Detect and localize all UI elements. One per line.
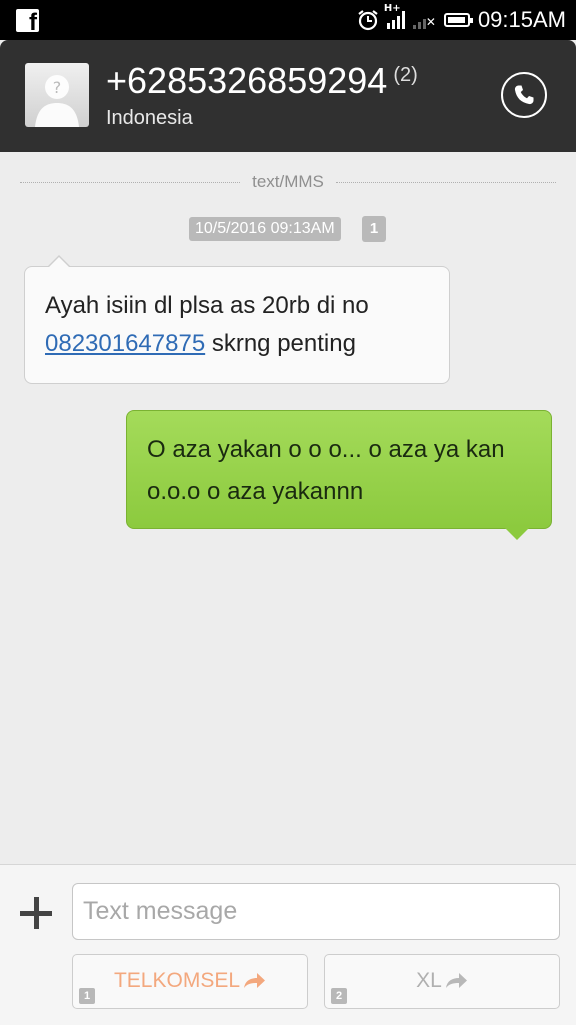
contact-country: Indonesia xyxy=(106,107,193,129)
sim-slot-badge: 1 xyxy=(362,216,386,242)
signal-no-service-icon: ✕ xyxy=(412,11,436,29)
send-button-sim2[interactable]: 2 XL xyxy=(324,954,560,1009)
incoming-message-bubble[interactable]: Ayah isiin dl plsa as 20rb di no 0823016… xyxy=(24,255,450,384)
phone-icon xyxy=(514,85,534,105)
default-avatar-icon[interactable]: ? xyxy=(25,63,89,127)
status-bar: f H+ ✕ 09:15AM xyxy=(0,0,576,40)
clock: 09:15AM xyxy=(477,7,566,32)
incoming-message-text-end: skrng penting xyxy=(205,330,356,357)
outgoing-message-bubble[interactable]: O aza yakan o o o... o aza ya kan o.o.o … xyxy=(126,410,552,540)
text-message-input[interactable] xyxy=(72,883,560,940)
message-count: (2) xyxy=(393,64,418,86)
message-timestamp: 10/5/2016 09:13AM xyxy=(189,217,341,241)
phone-number-link[interactable]: 082301647875 xyxy=(45,330,205,357)
incoming-message-text: Ayah isiin dl plsa as 20rb di no xyxy=(45,292,369,319)
battery-icon xyxy=(443,13,473,27)
send-arrow-icon xyxy=(244,973,266,989)
outgoing-message-text: O aza yakan o o o... o aza ya kan o.o.o … xyxy=(147,436,505,505)
message-type-divider: text/MMS xyxy=(20,171,557,193)
svg-text:?: ? xyxy=(53,78,62,97)
send-button-sim2-label: XL xyxy=(416,969,442,992)
alarm-icon xyxy=(358,10,378,31)
send-button-sim1[interactable]: 1 TELKOMSEL xyxy=(72,954,308,1009)
conversation-header: ? +6285326859294 (2) Indonesia xyxy=(0,40,576,152)
facebook-icon: f xyxy=(16,9,39,32)
attach-plus-icon[interactable] xyxy=(18,895,54,931)
send-arrow-icon xyxy=(445,973,467,989)
contact-number: +6285326859294 (2) xyxy=(106,60,418,101)
call-button[interactable] xyxy=(501,72,547,118)
status-icons: H+ ✕ 09:15AM xyxy=(357,0,566,40)
signal-strength-icon: H+ xyxy=(384,3,405,29)
send-button-sim1-label: TELKOMSEL xyxy=(113,969,241,992)
message-composer: 1 TELKOMSEL 2 XL xyxy=(0,864,576,1025)
message-type-label: text/MMS xyxy=(252,172,324,191)
